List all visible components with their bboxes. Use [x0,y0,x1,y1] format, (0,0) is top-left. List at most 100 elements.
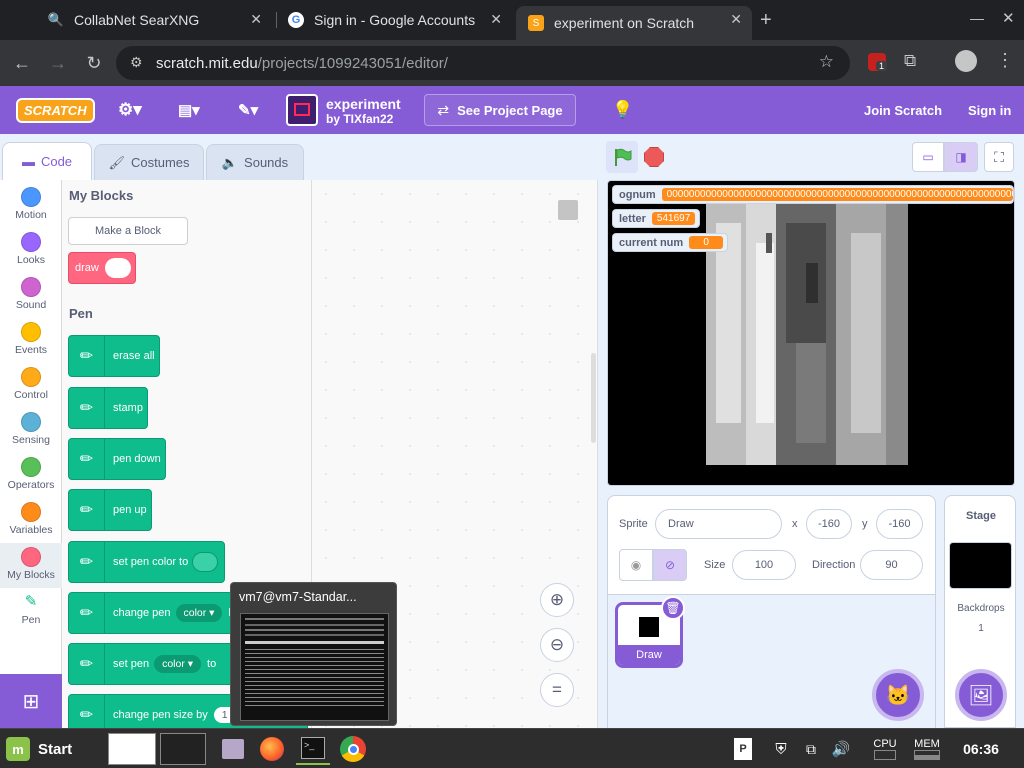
zoom-reset-button[interactable]: = [540,673,574,707]
clock[interactable]: 06:36 [956,733,1006,765]
draw-block-input[interactable] [104,258,131,278]
start-menu-button[interactable]: m Start [6,733,86,765]
category-looks[interactable]: Looks [0,228,62,273]
pen-block-erase-all[interactable]: ✏ erase all [68,335,160,377]
bookmark-star-icon[interactable]: ☆ [819,52,834,72]
direction-input[interactable]: 90 [860,550,923,580]
monitor-letter[interactable]: letter 541697 [612,209,700,228]
stage-target-pane[interactable]: Stage Backdrops 1 🖼 [944,495,1016,728]
pen-param-dropdown[interactable]: color ▾ [154,655,202,673]
reload-icon[interactable]: ↻ [83,52,105,74]
category-variables[interactable]: Variables [0,498,62,543]
back-icon[interactable]: ← [11,52,33,74]
shield-icon[interactable]: ⛨ [770,733,792,765]
new-tab-icon[interactable]: + [760,9,772,32]
settings-menu-icon[interactable]: ⚙▾ [118,86,142,134]
pen-block-stamp[interactable]: ✏ stamp [68,387,148,429]
debug-lightbulb-icon[interactable]: 💡 [612,86,633,134]
tab-code[interactable]: ▬ Code [2,142,92,180]
workspace-2-preview[interactable] [160,733,206,765]
add-extension-button[interactable]: ⊞ [0,674,62,728]
stage-canvas[interactable]: ognum 0000000000000000000000000000000000… [607,180,1015,486]
close-tab-icon[interactable]: ✕ [250,11,262,28]
tab-sounds[interactable]: 🔈 Sounds [206,144,304,180]
small-stage-button[interactable]: ▭ [912,142,944,172]
network-icon[interactable]: ⧉ [800,733,822,765]
make-a-block-button[interactable]: Make a Block [68,217,188,245]
size-input[interactable]: 100 [732,550,796,580]
delete-sprite-button[interactable]: 🗑 [661,596,685,620]
add-extension-icon: ⊞ [22,690,40,713]
hide-sprite-button[interactable]: ⊘ [653,549,687,581]
show-sprite-button[interactable]: ◉ [619,549,653,581]
zoom-out-button[interactable]: ⊖ [540,628,574,662]
workspace-1-preview[interactable] [108,733,156,765]
see-project-page-button[interactable]: ⇄ See Project Page [424,94,576,126]
draw-custom-block[interactable]: draw [68,252,136,284]
vertical-scrollbar[interactable] [591,353,596,443]
category-sensing[interactable]: Sensing [0,408,62,453]
google-icon: G [288,12,304,28]
choose-backdrop-button[interactable]: 🖼 [955,669,1007,721]
scratch-logo[interactable]: SCRATCH [16,86,95,134]
sign-in-link[interactable]: Sign in [968,86,1011,134]
extensions-puzzle-icon[interactable]: ⧉ [904,51,916,71]
color-picker-input[interactable] [192,552,219,572]
terminal-window-preview[interactable]: vm7@vm7-Standar... [230,582,397,726]
category-myblocks[interactable]: My Blocks [0,543,62,588]
category-pen[interactable]: ✎ Pen [0,588,62,633]
sprite-name-input[interactable]: Draw [655,509,782,539]
category-sound[interactable]: Sound [0,273,62,318]
category-events[interactable]: Events [0,318,62,363]
large-stage-button[interactable]: ◨ [944,142,978,172]
cpu-monitor[interactable]: CPU [870,733,900,765]
browser-menu-icon[interactable]: ⋮ [996,50,1014,71]
category-operators[interactable]: Operators [0,453,62,498]
category-control[interactable]: Control [0,363,62,408]
monitor-ognum[interactable]: ognum 0000000000000000000000000000000000… [612,185,1014,204]
mem-monitor[interactable]: MEM [910,733,944,765]
close-tab-icon[interactable]: ✕ [490,11,502,28]
project-author[interactable]: by TIXfan22 [326,112,393,126]
monitor-current-num[interactable]: current num 0 [612,233,728,252]
profile-avatar-icon[interactable] [955,50,977,72]
close-tab-icon[interactable]: ✕ [730,11,742,28]
close-window-icon[interactable]: ✕ [1002,9,1015,27]
file-menu-icon[interactable]: ▤▾ [178,86,200,134]
forward-icon[interactable]: → [47,52,69,74]
category-menu: Motion Looks Sound Events Control Sensin… [0,180,62,728]
zoom-in-button[interactable]: ⊕ [540,583,574,617]
tab-google-signin[interactable]: G Sign in - Google Accounts ✕ [276,6,512,34]
file-manager-icon[interactable] [218,733,248,765]
y-input[interactable]: -160 [876,509,923,539]
extension-icon[interactable]: 1 [868,53,888,71]
pen-param-dropdown[interactable]: color ▾ [175,604,223,622]
choose-sprite-button[interactable]: 🐱 [872,669,924,721]
pen-block-pen-down[interactable]: ✏ pen down [68,438,166,480]
tab-costumes[interactable]: 🖌 Costumes [94,144,204,180]
volume-icon[interactable]: 🔊 [830,733,852,765]
category-motion[interactable]: Motion [0,183,62,228]
green-flag-button[interactable] [606,141,638,173]
parcellite-icon[interactable]: P [732,733,754,765]
project-title[interactable]: experiment [326,96,401,112]
fullscreen-button[interactable]: ⛶ [984,142,1014,172]
minimize-icon[interactable]: — [970,10,984,26]
browser-tab-bar: 🔍 CollabNet SearXNG ✕ G Sign in - Google… [0,0,1024,40]
tab-searxng[interactable]: 🔍 CollabNet SearXNG ✕ [36,6,272,34]
x-input[interactable]: -160 [806,509,852,539]
terminal-taskbar-icon[interactable]: >_ [296,733,330,765]
firefox-icon[interactable] [256,733,288,765]
edit-menu-icon[interactable]: ✎▾ [238,86,258,134]
pen-block-pen-up[interactable]: ✏ pen up [68,489,152,531]
tab-scratch[interactable]: S experiment on Scratch ✕ [516,6,752,40]
pen-block-set-pen-color[interactable]: ✏ set pen color to [68,541,225,583]
stage-backdrop-thumb[interactable] [949,542,1012,589]
myblocks-dot-icon [21,547,41,567]
url-input[interactable]: ⚙ scratch.mit.edu/projects/1099243051/ed… [116,46,850,80]
stop-icon[interactable] [644,147,664,167]
join-scratch-link[interactable]: Join Scratch [864,86,942,134]
chrome-icon[interactable] [336,733,370,765]
site-info-icon[interactable]: ⚙ [130,54,143,71]
pen-icon: ✏ [69,438,105,480]
